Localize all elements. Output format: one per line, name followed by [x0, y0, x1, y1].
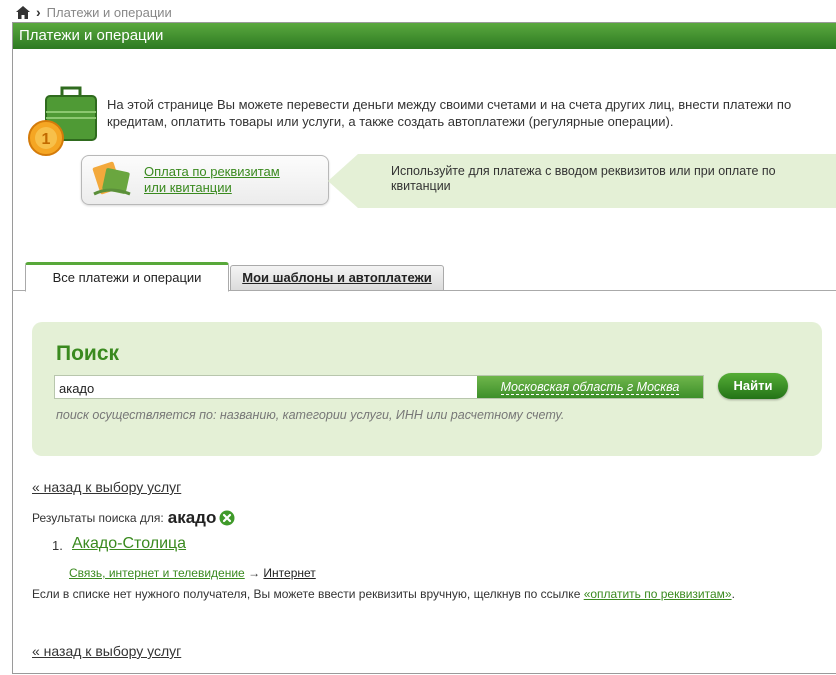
breadcrumb-current: Платежи и операции: [46, 4, 172, 20]
search-title: Поиск: [56, 342, 120, 365]
page-title: Платежи и операции: [13, 23, 836, 49]
pay-by-details-button[interactable]: Оплата по реквизитам или квитанции: [81, 155, 329, 205]
pay-button-line1[interactable]: Оплата по реквизитам: [144, 164, 280, 180]
result-category-path: Связь, интернет и телевидение → Интернет: [69, 566, 316, 580]
category-arrow: →: [248, 566, 261, 580]
results-header: Результаты поиска для: акадо: [32, 508, 235, 528]
results-label: Результаты поиска для:: [32, 511, 164, 525]
pay-by-details-link[interactable]: «оплатить по реквизитам»: [584, 587, 732, 601]
search-input[interactable]: [55, 376, 481, 400]
manual-entry-note: Если в списке нет нужного получателя, Вы…: [32, 587, 792, 602]
result-link[interactable]: Акадо-Столица: [72, 535, 186, 553]
pay-button-line2[interactable]: или квитанции: [144, 180, 280, 196]
payment-card-icon: [92, 161, 131, 196]
result-category-link[interactable]: Связь, интернет и телевидение: [69, 566, 245, 580]
svg-text:1: 1: [42, 131, 51, 148]
breadcrumb-separator: ›: [36, 4, 41, 20]
back-to-services-link[interactable]: « назад к выбору услуг: [32, 479, 181, 495]
clear-x-icon[interactable]: [219, 510, 235, 526]
result-subcategory-link[interactable]: Интернет: [263, 566, 315, 580]
home-icon[interactable]: [16, 5, 30, 19]
result-number: 1.: [52, 538, 63, 553]
tab-all-payments[interactable]: Все платежи и операции: [25, 262, 229, 292]
search-panel: Поиск Московская область г Москва Найти …: [32, 322, 822, 456]
tab-templates[interactable]: Мои шаблоны и автоплатежи: [230, 265, 444, 291]
pay-by-details-label[interactable]: Оплата по реквизитам или квитанции: [144, 164, 280, 196]
intro-text: На этой странице Вы можете перевести ден…: [107, 97, 792, 129]
region-label[interactable]: Московская область г Москва: [500, 380, 680, 395]
hint-text: Используйте для платежа с вводом реквизи…: [391, 164, 776, 193]
breadcrumb: › Платежи и операции: [16, 3, 172, 21]
results-query: акадо: [167, 508, 217, 527]
back-to-services-link-bottom[interactable]: « назад к выбору услуг: [32, 643, 181, 659]
region-selector[interactable]: Московская область г Москва: [477, 376, 703, 398]
hint-arrow: [328, 154, 358, 208]
hint-callout: Используйте для платежа с вводом реквизи…: [328, 154, 836, 208]
manual-note-tail: .: [731, 587, 735, 601]
search-hint: поиск осуществляется по: названию, катег…: [56, 408, 565, 422]
search-field: Московская область г Москва: [54, 375, 704, 400]
find-button[interactable]: Найти: [718, 373, 788, 399]
manual-note-text: Если в списке нет нужного получателя, Вы…: [32, 587, 584, 601]
